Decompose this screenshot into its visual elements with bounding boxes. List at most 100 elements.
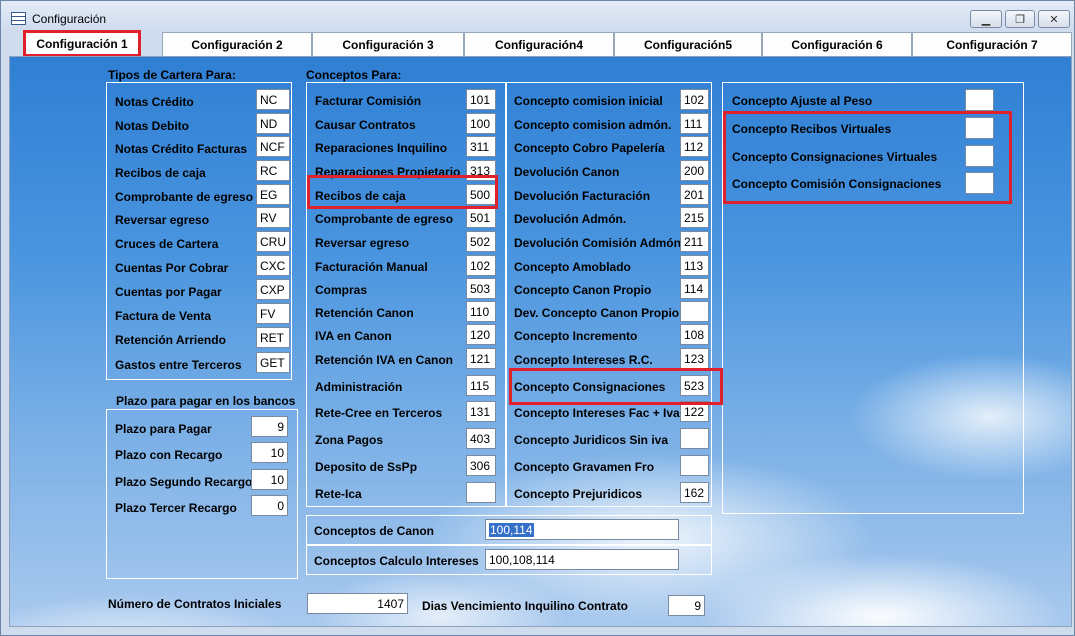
plazo-row-input[interactable]: 9 — [251, 416, 288, 437]
tab-configuracion-2[interactable]: Configuración 2 — [162, 32, 312, 57]
tab-configuracion-6[interactable]: Configuración 6 — [762, 32, 912, 57]
cartera-group-title: Tipos de Cartera Para: — [108, 68, 236, 82]
tab-content-panel: Tipos de Cartera Para: Notas Crédito NC No… — [9, 56, 1072, 627]
cartera-row-input[interactable]: RC — [256, 160, 290, 181]
cartera-row-input[interactable]: EG — [256, 184, 290, 205]
cartera-row-input[interactable]: GET — [256, 352, 290, 373]
concepto-col1-row-input[interactable]: 503 — [466, 278, 496, 299]
tab-configuracion-3[interactable]: Configuración 3 — [312, 32, 464, 57]
concepto-col1-row-input[interactable]: 311 — [466, 136, 496, 157]
concepto-col2-row-input[interactable]: 113 — [680, 255, 709, 276]
cartera-row-input[interactable]: FV — [256, 303, 290, 324]
minimize-icon: ▁ — [981, 13, 991, 26]
maximize-button[interactable]: ❐ — [1005, 10, 1035, 28]
cartera-row-label: Retención Arriendo — [115, 333, 226, 347]
concepto-col1-row-input[interactable]: 403 — [466, 428, 496, 449]
close-icon: ✕ — [1049, 13, 1059, 26]
concepto-col2-row-label: Concepto comision admón. — [514, 118, 672, 132]
concepto-col2-row-input[interactable]: 201 — [680, 184, 709, 205]
cartera-row-input[interactable]: ND — [256, 113, 290, 134]
plazo-row-input[interactable]: 10 — [251, 469, 288, 490]
highlight-recibos-de-caja — [307, 175, 498, 209]
concepto-col1-row-input[interactable]: 102 — [466, 255, 496, 276]
canon-label: Conceptos de Canon — [314, 524, 435, 538]
concepto-col2-row-input[interactable]: 215 — [680, 207, 709, 228]
concepto-col1-row-label: Facturación Manual — [315, 260, 428, 274]
tab-configuracion-5[interactable]: Configuración5 — [614, 32, 762, 57]
concepto-col2-row-label: Concepto Incremento — [514, 329, 638, 343]
concepto-col2-row-input[interactable]: 108 — [680, 324, 709, 345]
concepto-col1-row-input[interactable]: 110 — [466, 301, 496, 322]
concepto-col2-row-label: Devolución Facturación — [514, 189, 651, 203]
concepto-col2-row-label: Concepto Intereses R.C. — [514, 353, 653, 367]
contratos-input[interactable]: 1407 — [307, 593, 408, 614]
concepto-col2-row-input[interactable]: 111 — [680, 113, 709, 134]
concepto-col1-row-input[interactable]: 502 — [466, 231, 496, 252]
dias-input[interactable]: 9 — [668, 595, 705, 616]
concepto-col1-row-input[interactable]: 501 — [466, 207, 496, 228]
concepto-col2-row-input[interactable] — [680, 428, 709, 449]
calculo-input[interactable]: 100,108,114 — [485, 549, 679, 570]
cartera-row-label: Notas Crédito Facturas — [115, 142, 248, 156]
plazo-row-label: Plazo Tercer Recargo — [115, 501, 237, 515]
highlight-concepto-consignaciones — [509, 368, 723, 405]
plazo-row-label: Plazo Segundo Recargo — [115, 475, 253, 489]
concepto-col2-row-input[interactable] — [680, 301, 709, 322]
concepto-col1-row-input[interactable]: 131 — [466, 401, 496, 422]
concepto-col2-row-input[interactable]: 200 — [680, 160, 709, 181]
concepto-col2-row-input[interactable]: 162 — [680, 482, 709, 503]
concepto-col1-row-label: Causar Contratos — [315, 118, 416, 132]
concepto-col1-row-input[interactable]: 101 — [466, 89, 496, 110]
canon-input[interactable]: 100,114 — [485, 519, 679, 540]
concepto-col2-row-label: Concepto Intereses Fac + Iva — [514, 406, 680, 420]
concepto-col1-row-input[interactable]: 115 — [466, 375, 496, 396]
concepto-col2-row-label: Concepto Juridicos Sin iva — [514, 433, 669, 447]
cartera-row-input[interactable]: RET — [256, 327, 290, 348]
cartera-row-input[interactable]: CXP — [256, 279, 290, 300]
concepto-col1-row-label: Facturar Comisión — [315, 94, 422, 108]
cartera-row-input[interactable]: CXC — [256, 255, 290, 276]
tab-configuracion-1[interactable]: Configuración 1 — [23, 30, 141, 57]
concepto-col2-row-input[interactable]: 102 — [680, 89, 709, 110]
concepto-col2-row-input[interactable]: 123 — [680, 348, 709, 369]
concepto-col1-row-label: Reversar egreso — [315, 236, 410, 250]
plazo-row-input[interactable]: 10 — [251, 442, 288, 463]
cartera-row-input[interactable]: CRU — [256, 231, 290, 252]
concepto-col2-row-label: Dev. Concepto Canon Propio — [514, 306, 680, 320]
close-button[interactable]: ✕ — [1038, 10, 1070, 28]
highlight-virtual-concepts — [723, 111, 1012, 204]
concepto-col1-row-input[interactable]: 100 — [466, 113, 496, 134]
concepto-col2-row-input[interactable]: 114 — [680, 278, 709, 299]
cartera-row-label: Cuentas por Pagar — [115, 285, 222, 299]
concepto-col1-row-label: Comprobante de egreso — [315, 212, 454, 226]
concepto-col1-row-input[interactable]: 306 — [466, 455, 496, 476]
concepto-col2-row-label: Devolución Comisión Admón. — [514, 236, 685, 250]
concepto-col1-row-label: Retención Canon — [315, 306, 414, 320]
concepto-col1-row-label: Rete-Ica — [315, 487, 362, 501]
cartera-row-input[interactable]: RV — [256, 207, 290, 228]
cartera-row-label: Notas Crédito — [115, 95, 194, 109]
concepto-col1-row-input[interactable]: 121 — [466, 348, 496, 369]
calculo-label: Conceptos Calculo Intereses — [314, 554, 479, 568]
concepto-col2-row-input[interactable]: 112 — [680, 136, 709, 157]
cartera-row-input[interactable]: NCF — [256, 136, 290, 157]
concepto-col1-row-label: Zona Pagos — [315, 433, 384, 447]
tab-configuracion-7[interactable]: Configuración 7 — [912, 32, 1072, 57]
cartera-row-label: Reversar egreso — [115, 213, 210, 227]
plazo-row-input[interactable]: 0 — [251, 495, 288, 516]
right-row-input[interactable] — [965, 89, 994, 111]
cartera-row-label: Gastos entre Terceros — [115, 358, 242, 372]
configuracion-window: Configuración ▁ ❐ ✕ Configuración 1 Conf… — [0, 0, 1075, 636]
cartera-row-label: Cuentas Por Cobrar — [115, 261, 229, 275]
tab-configuracion-4[interactable]: Configuración4 — [464, 32, 614, 57]
concepto-col1-row-input[interactable] — [466, 482, 496, 503]
concepto-col2-row-input[interactable]: 211 — [680, 231, 709, 252]
concepto-col2-row-input[interactable] — [680, 455, 709, 476]
cartera-row-input[interactable]: NC — [256, 89, 290, 110]
cartera-row-label: Cruces de Cartera — [115, 237, 219, 251]
dias-label: Dias Vencimiento Inquilino Contrato — [422, 599, 629, 613]
contratos-label: Número de Contratos Iniciales — [108, 597, 282, 611]
concepto-col1-row-label: Retención IVA en Canon — [315, 353, 454, 367]
concepto-col1-row-input[interactable]: 120 — [466, 324, 496, 345]
minimize-button[interactable]: ▁ — [970, 10, 1002, 28]
